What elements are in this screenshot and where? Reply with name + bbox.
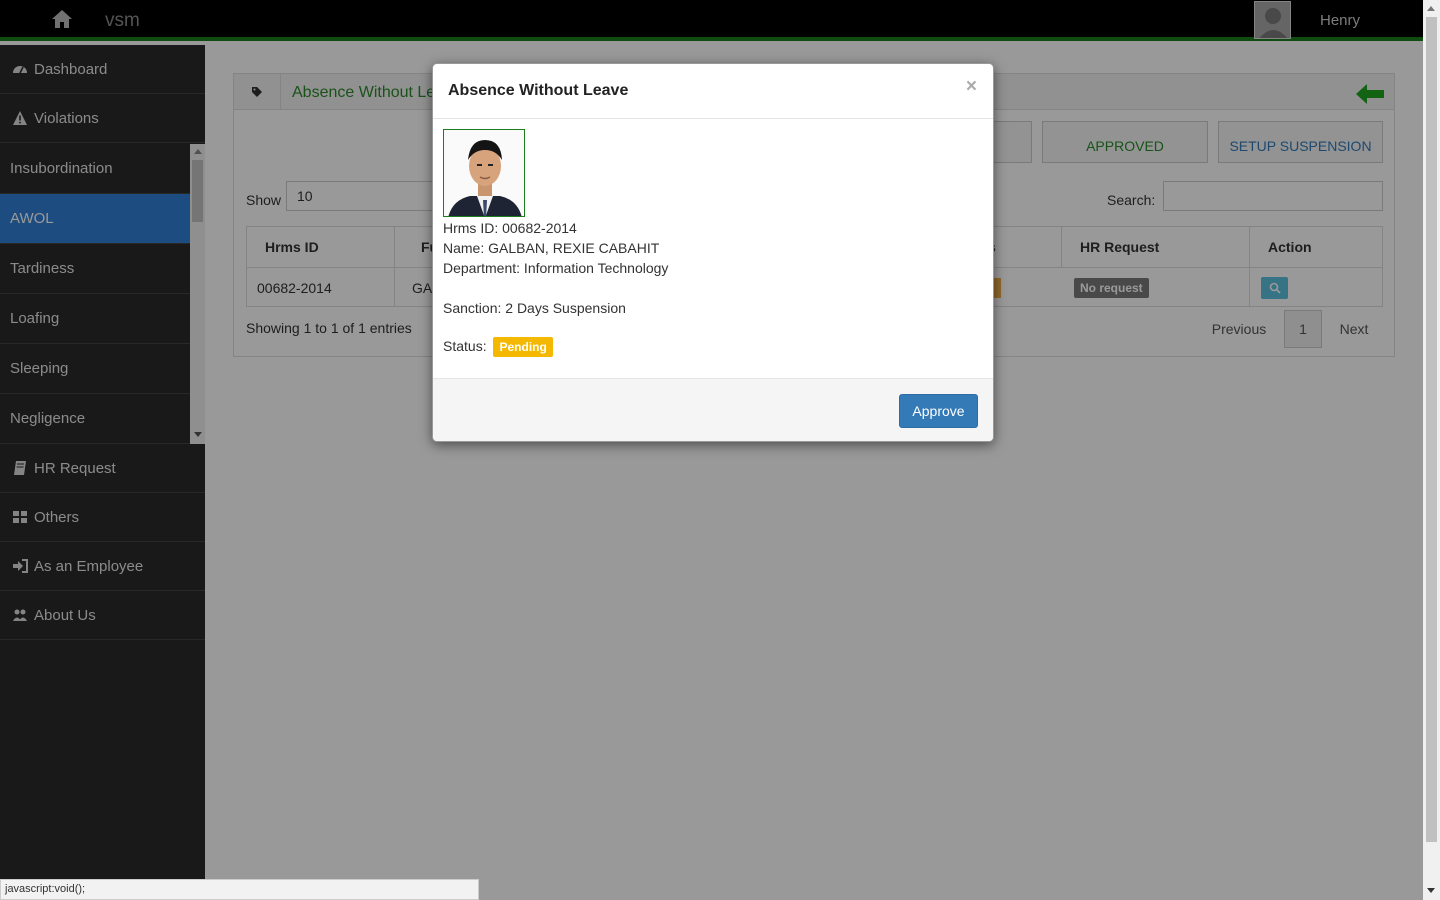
- employee-hrms-id: Hrms ID: 00682-2014: [443, 220, 577, 236]
- status-badge-pending: Pending: [493, 337, 553, 357]
- scrollbar-thumb[interactable]: [1426, 17, 1437, 842]
- modal-title: Absence Without Leave: [448, 82, 629, 99]
- approve-button[interactable]: Approve: [899, 394, 978, 428]
- modal-footer: Approve: [433, 378, 993, 441]
- employee-photo: [443, 129, 525, 217]
- employee-name: Name: GALBAN, REXIE CABAHIT: [443, 240, 660, 256]
- close-icon[interactable]: ×: [966, 76, 977, 98]
- awol-modal: Absence Without Leave × Hrms ID: 00682-2…: [432, 63, 994, 442]
- browser-status-bar: javascript:void();: [0, 879, 479, 900]
- scroll-down-icon[interactable]: [1427, 888, 1435, 893]
- employee-sanction: Sanction: 2 Days Suspension: [443, 300, 626, 316]
- modal-header: Absence Without Leave ×: [433, 64, 993, 119]
- scroll-up-icon[interactable]: [1427, 6, 1435, 11]
- status-label: Status:: [443, 338, 487, 354]
- employee-department: Department: Information Technology: [443, 260, 669, 276]
- window-scrollbar[interactable]: [1423, 0, 1440, 900]
- modal-body: Hrms ID: 00682-2014 Name: GALBAN, REXIE …: [433, 120, 993, 378]
- employee-status: Status: Pending: [443, 337, 553, 357]
